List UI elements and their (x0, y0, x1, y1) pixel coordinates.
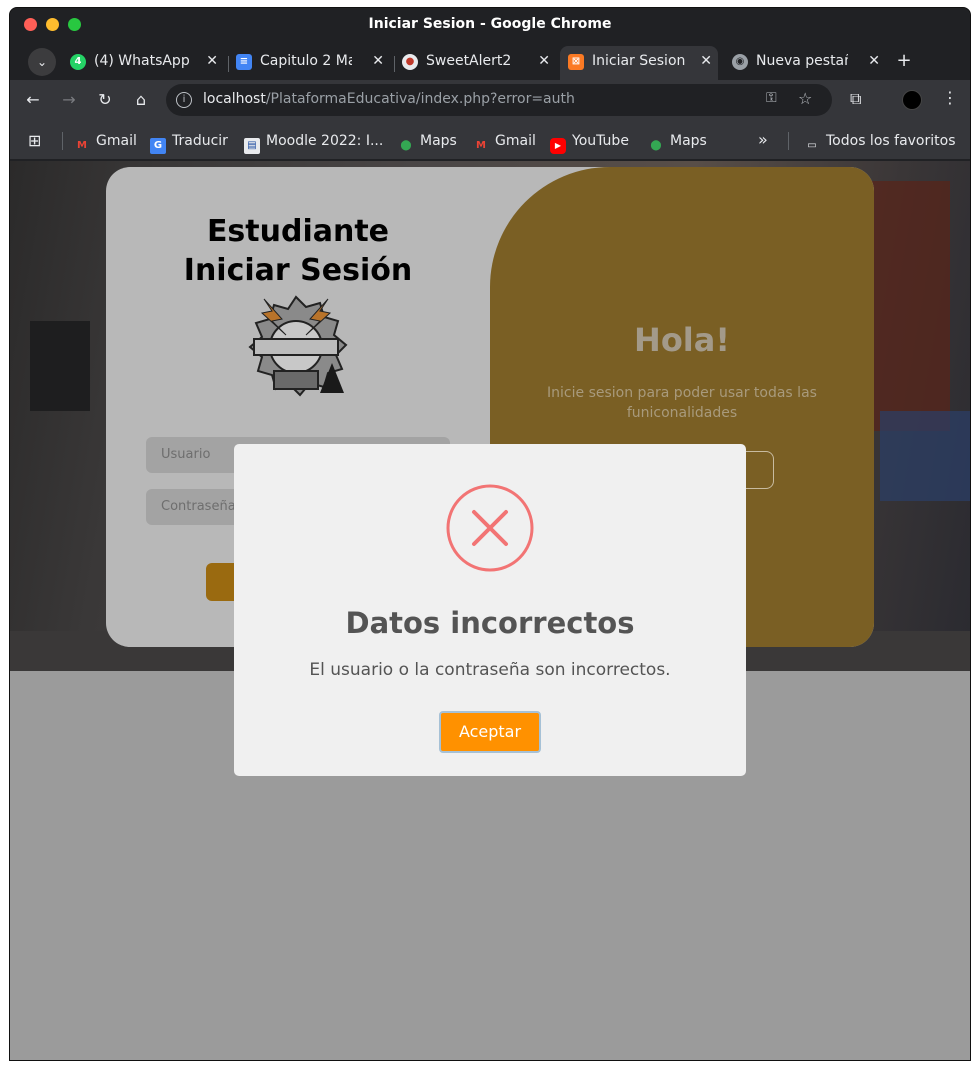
page-viewport: Estudiante Iniciar Sesión Usuario Contra… (10, 161, 970, 1060)
tab-close-icon[interactable]: ✕ (868, 46, 880, 76)
bookmark-gmail-2[interactable]: M Gmail (473, 132, 536, 151)
tab-label: SweetAlert2 - (426, 53, 516, 69)
tab-close-icon[interactable]: ✕ (372, 46, 384, 76)
bookmark-maps[interactable]: ⬤ Maps (398, 132, 457, 151)
maps-icon: ⬤ (650, 140, 662, 151)
new-tab-button[interactable]: + (894, 50, 914, 71)
youtube-icon: ▶ (550, 138, 566, 154)
bookmarks-bar: ⊞ M Gmail G Traducir ▤ Moodle 2022: I... ⬤ M… (10, 120, 970, 160)
tab-iniciar-sesion[interactable]: ⊠ Iniciar Sesion ✕ (560, 46, 718, 80)
gmail-icon: M (476, 140, 486, 151)
tab-label: (4) WhatsApp (94, 53, 190, 69)
url-path: /PlataformaEducativa/index.php?error=aut… (265, 91, 575, 107)
reload-icon[interactable]: ↻ (95, 90, 115, 109)
bookmark-label: Maps (420, 133, 457, 149)
dialog-message: El usuario o la contraseña son incorrect… (309, 660, 671, 680)
bookmark-youtube[interactable]: ▶ YouTube (550, 132, 629, 154)
title-bar: Iniciar Sesion - Google Chrome (10, 8, 970, 42)
bookmarks-overflow-button[interactable]: » (758, 130, 768, 149)
xampp-icon: ⊠ (568, 54, 584, 70)
forward-arrow-icon[interactable]: → (59, 90, 79, 109)
whatsapp-icon: 4 (70, 54, 86, 70)
bookmark-label: YouTube (572, 133, 629, 149)
url-text[interactable]: localhost/PlataformaEducativa/index.php?… (203, 91, 575, 107)
tab-label: Nueva pestañ (756, 53, 848, 69)
bookmark-label: Todos los favoritos (826, 133, 956, 149)
tab-search-button[interactable]: ⌄ (28, 48, 56, 76)
site-info-icon[interactable]: i (176, 92, 192, 108)
dialog-title: Datos incorrectos (345, 606, 635, 640)
bookmark-label: Gmail (495, 133, 536, 149)
browser-window: Iniciar Sesion - Google Chrome ⌄ 4 (4) W… (9, 7, 971, 1061)
maps-icon: ⬤ (400, 140, 412, 151)
bookmark-separator (62, 132, 63, 150)
browser-toolbar: ← → ↻ ⌂ i localhost/PlataformaEducativa/… (10, 80, 970, 120)
chrome-icon: ◉ (732, 54, 748, 70)
tab-close-icon[interactable]: ✕ (206, 46, 218, 76)
tab-label: Capitulo 2 Ma (260, 53, 352, 69)
password-key-icon[interactable]: ⚿ (766, 90, 777, 106)
bookmark-label: Gmail (96, 133, 137, 149)
gmail-icon: M (77, 140, 87, 151)
tab-sweetalert[interactable]: ● SweetAlert2 - ✕ (394, 46, 556, 80)
folder-icon: ▭ (807, 140, 817, 151)
apps-grid-icon[interactable]: ⊞ (28, 132, 41, 150)
bookmark-all-folder[interactable]: ▭ Todos los favoritos (804, 132, 956, 151)
translate-icon: G (150, 138, 166, 154)
profile-avatar[interactable] (902, 90, 922, 110)
bookmark-moodle[interactable]: ▤ Moodle 2022: I... (244, 132, 384, 154)
back-arrow-icon[interactable]: ← (23, 90, 43, 109)
tab-nueva-pestana[interactable]: ◉ Nueva pestañ ✕ (724, 46, 886, 80)
bookmark-gmail[interactable]: M Gmail (74, 132, 137, 151)
bookmark-separator (788, 132, 789, 150)
moodle-icon: ▤ (244, 138, 260, 154)
tab-whatsapp[interactable]: 4 (4) WhatsApp ✕ (62, 46, 224, 80)
bookmark-maps-2[interactable]: ⬤ Maps (648, 132, 707, 151)
bookmark-label: Moodle 2022: I... (266, 133, 384, 149)
bookmark-label: Maps (670, 133, 707, 149)
sweetalert-icon: ● (402, 54, 418, 70)
tab-close-icon[interactable]: ✕ (538, 46, 550, 76)
home-icon[interactable]: ⌂ (131, 90, 151, 109)
bookmark-traducir[interactable]: G Traducir (150, 132, 228, 154)
accept-button[interactable]: Aceptar (439, 711, 541, 753)
bookmark-star-icon[interactable]: ☆ (798, 89, 812, 108)
url-host: localhost (203, 91, 266, 107)
kebab-menu-icon[interactable]: ⋮ (942, 88, 958, 107)
extensions-puzzle-icon[interactable]: ⧉ (850, 89, 861, 109)
error-x-icon (446, 484, 534, 572)
docs-icon: ≡ (236, 54, 252, 70)
tab-strip: ⌄ 4 (4) WhatsApp ✕ ≡ Capitulo 2 Ma ✕ ● S… (10, 42, 970, 80)
error-dialog: Datos incorrectos El usuario o la contra… (234, 444, 746, 776)
bookmark-label: Traducir (172, 133, 228, 149)
tab-capitulo[interactable]: ≡ Capitulo 2 Ma ✕ (228, 46, 390, 80)
tab-close-icon[interactable]: ✕ (700, 46, 712, 76)
address-bar[interactable]: i localhost/PlataformaEducativa/index.ph… (166, 84, 832, 116)
tab-label: Iniciar Sesion (592, 53, 686, 69)
window-title: Iniciar Sesion - Google Chrome (368, 16, 612, 32)
